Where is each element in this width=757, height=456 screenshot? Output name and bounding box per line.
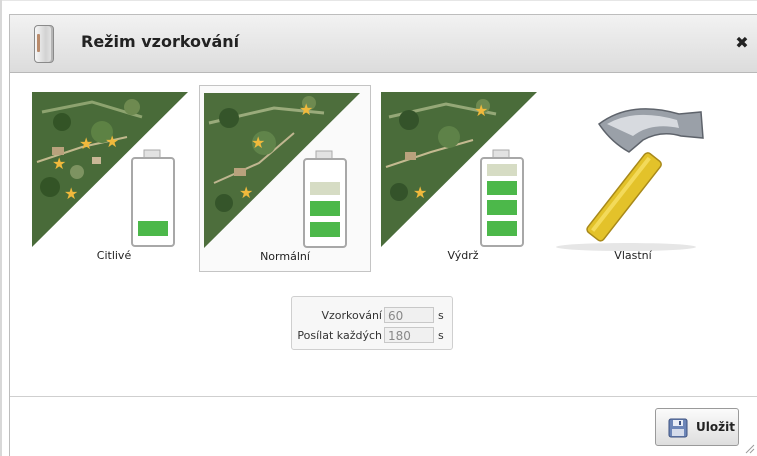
send-interval-input[interactable]: 180 bbox=[384, 327, 434, 343]
sampling-mode-dialog: Režim vzorkování ✖ ★ ★ ★ ★ Citlivé ★ ★ ★… bbox=[9, 14, 757, 456]
svg-text:★: ★ bbox=[251, 133, 265, 152]
map-battery-icon: ★ ★ ★ bbox=[204, 93, 360, 248]
sampling-row: Vzorkování 60 s bbox=[292, 307, 452, 325]
mode-label: Výdrž bbox=[447, 249, 479, 262]
svg-text:★: ★ bbox=[474, 101, 488, 120]
sampling-input[interactable]: 60 bbox=[384, 307, 434, 323]
mode-selector: ★ ★ ★ ★ Citlivé ★ ★ ★ Normální ★ ★ Výdrž… bbox=[10, 85, 757, 275]
mode-option-vlastni[interactable]: Vlastní bbox=[547, 85, 719, 272]
mode-option-citlive[interactable]: ★ ★ ★ ★ Citlivé bbox=[28, 85, 200, 272]
footer-divider bbox=[10, 396, 757, 397]
resize-grip-icon[interactable] bbox=[743, 442, 755, 454]
save-button[interactable]: Uložit bbox=[655, 408, 739, 446]
close-icon[interactable]: ✖ bbox=[733, 33, 751, 53]
send-row: Posílat každých 180 s bbox=[292, 327, 452, 345]
svg-text:★: ★ bbox=[239, 183, 253, 202]
mode-option-normalni[interactable]: ★ ★ ★ Normální bbox=[199, 85, 371, 272]
window-top-edge bbox=[0, 0, 757, 1]
sampling-unit: s bbox=[438, 309, 444, 322]
svg-text:★: ★ bbox=[299, 100, 313, 119]
map-battery-icon: ★ ★ ★ ★ bbox=[32, 92, 188, 247]
svg-text:★: ★ bbox=[79, 134, 93, 153]
dialog-header: Režim vzorkování ✖ bbox=[10, 15, 757, 73]
mode-option-vydrz[interactable]: ★ ★ Výdrž bbox=[377, 85, 549, 272]
svg-text:★: ★ bbox=[52, 154, 66, 173]
sampling-label: Vzorkování bbox=[321, 309, 382, 322]
send-interval-unit: s bbox=[438, 329, 444, 342]
mode-label: Vlastní bbox=[614, 249, 652, 262]
tracker-device-icon bbox=[34, 25, 54, 63]
save-label: Uložit bbox=[696, 420, 735, 434]
svg-text:★: ★ bbox=[413, 183, 427, 202]
mode-label: Citlivé bbox=[96, 249, 132, 262]
floppy-disk-icon bbox=[668, 418, 688, 438]
hammer-icon bbox=[556, 108, 704, 251]
mode-label: Normální bbox=[260, 250, 310, 263]
map-battery-icon: ★ ★ bbox=[381, 92, 537, 247]
send-interval-label: Posílat každých bbox=[297, 329, 382, 342]
svg-text:★: ★ bbox=[64, 184, 78, 203]
window-left-edge bbox=[0, 0, 2, 456]
svg-text:★: ★ bbox=[105, 132, 119, 151]
dialog-title: Režim vzorkování bbox=[81, 32, 240, 51]
sampling-settings-panel: Vzorkování 60 s Posílat každých 180 s bbox=[291, 296, 453, 350]
